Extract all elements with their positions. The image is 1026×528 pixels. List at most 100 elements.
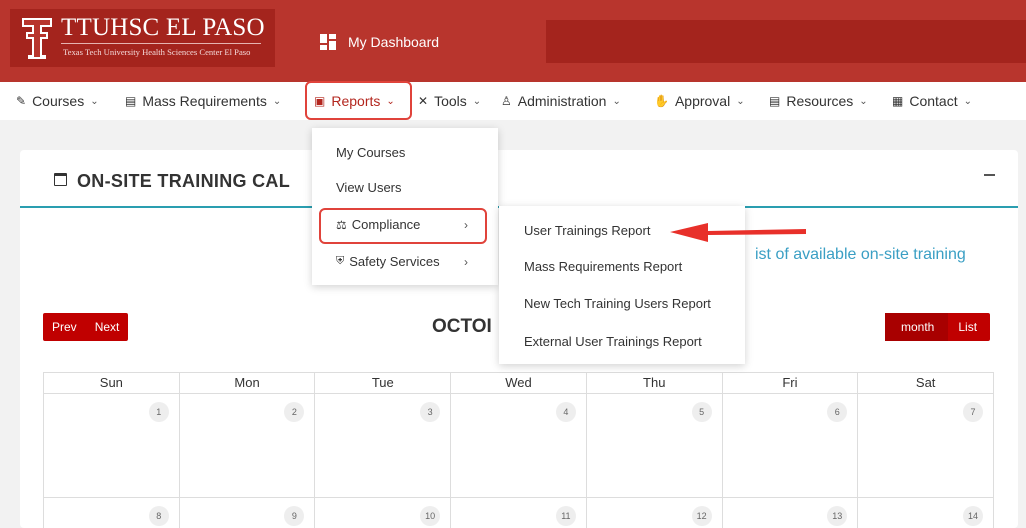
nav-courses[interactable]: ✎ Courses ⌄ — [16, 82, 99, 120]
menu-item-user-trainings-report[interactable]: User Trainings Report — [524, 223, 650, 238]
day-number: 13 — [827, 506, 848, 526]
calendar-day[interactable]: 9 — [178, 498, 315, 528]
nav-label: Approval — [674, 93, 731, 109]
nav-tools[interactable]: ✕ Tools ⌄ — [418, 82, 481, 120]
weekday-label: Wed — [450, 373, 586, 393]
calendar-day[interactable]: 12 — [585, 498, 722, 528]
reports-dropdown-menu: My Courses View Users ⚖ Compliance › ⛨ S… — [312, 128, 498, 285]
calendar-icon — [54, 173, 67, 186]
site-logo[interactable]: TTUHSC EL PASO Texas Tech University Hea… — [10, 9, 275, 67]
card-header: ON-SITE TRAINING CAL — [20, 150, 1018, 208]
menu-item-my-courses[interactable]: My Courses — [336, 145, 405, 160]
nav-label: Administration — [517, 93, 607, 109]
nav-contact[interactable]: ▦ Contact ⌄ — [892, 82, 972, 120]
day-number: 8 — [148, 506, 169, 526]
resources-icon: ▤ — [769, 94, 781, 108]
chevron-down-icon: ⌄ — [736, 95, 745, 107]
nav-resources[interactable]: ▤ Resources ⌄ — [769, 82, 868, 120]
weekday-label: Mon — [178, 373, 315, 393]
annotation-arrow-icon — [670, 223, 806, 242]
weekday-label: Fri — [721, 373, 858, 393]
chevron-down-icon: ⌄ — [859, 95, 868, 107]
training-list-link[interactable]: ist of available on-site training — [755, 246, 966, 264]
weekday-label: Tue — [314, 373, 450, 393]
menu-item-external-user-trainings-report[interactable]: External User Trainings Report — [524, 334, 702, 349]
day-number: 3 — [420, 402, 441, 422]
main-nav: ✎ Courses ⌄ ▤ Mass Requirements ⌄ ▣ Repo… — [0, 82, 1026, 120]
approval-icon: ✋ — [654, 94, 669, 108]
list-view-button[interactable]: List — [948, 320, 990, 334]
calendar-view-buttons: month List — [885, 313, 991, 341]
day-number: 2 — [284, 402, 305, 422]
calendar-day[interactable]: 14 — [857, 498, 993, 528]
day-number: 10 — [420, 506, 441, 526]
calendar-day[interactable]: 13 — [721, 498, 858, 528]
contact-icon: ▦ — [892, 94, 904, 108]
weekday-label: Thu — [585, 373, 722, 393]
calendar-day[interactable]: 3 — [314, 394, 450, 497]
dashboard-label: My Dashboard — [348, 34, 440, 50]
weekday-label: Sat — [857, 373, 993, 393]
calendar-day[interactable]: 8 — [44, 498, 179, 528]
chevron-down-icon: ⌄ — [90, 95, 99, 107]
logo-subtitle: Texas Tech University Health Sciences Ce… — [63, 47, 251, 57]
shield-icon: ⛨ — [336, 255, 345, 267]
menu-item-view-users[interactable]: View Users — [336, 180, 402, 195]
menu-item-safety-services[interactable]: ⛨ Safety Services › — [336, 254, 488, 269]
my-dashboard-button[interactable]: My Dashboard — [320, 22, 439, 62]
nav-label: Resources — [786, 93, 854, 109]
calendar-day[interactable]: 1 — [44, 394, 179, 497]
chevron-down-icon: ⌄ — [472, 95, 482, 107]
next-button[interactable]: Next — [86, 320, 129, 334]
calendar-day[interactable]: 6 — [721, 394, 858, 497]
nav-mass-requirements[interactable]: ▤ Mass Requirements ⌄ — [125, 82, 281, 120]
chevron-down-icon: ⌄ — [612, 95, 621, 107]
menu-item-mass-requirements-report[interactable]: Mass Requirements Report — [524, 259, 682, 274]
calendar-week: 1 2 3 4 5 6 7 — [43, 394, 994, 498]
calendar-day[interactable]: 10 — [314, 498, 450, 528]
calendar-title: OCTOI — [432, 316, 492, 337]
month-view-button[interactable]: month — [885, 313, 949, 341]
header-banner — [546, 20, 1026, 63]
nav-administration[interactable]: ♙ Administration ⌄ — [501, 82, 621, 120]
minimize-icon[interactable] — [984, 174, 995, 176]
nav-approval[interactable]: ✋ Approval ⌄ — [654, 82, 745, 120]
dashboard-icon — [320, 34, 336, 50]
calendar-grid: Sun Mon Tue Wed Thu Fri Sat 1 2 3 4 5 6 … — [43, 372, 994, 528]
day-number: 7 — [963, 402, 984, 422]
book-icon: ✎ — [16, 94, 27, 108]
day-number: 11 — [555, 506, 576, 526]
calendar-day[interactable]: 2 — [178, 394, 315, 497]
weekday-label: Sun — [99, 375, 123, 390]
day-number: 14 — [963, 506, 984, 526]
logo-title: TTUHSC EL PASO — [61, 14, 265, 41]
menu-item-new-tech-training-users-report[interactable]: New Tech Training Users Report — [524, 296, 711, 311]
calendar-day[interactable]: 4 — [450, 394, 586, 497]
chevron-right-icon: › — [464, 254, 468, 269]
top-header: TTUHSC EL PASO Texas Tech University Hea… — [0, 0, 1026, 82]
calendar-week: 8 9 10 11 12 13 14 — [43, 498, 994, 528]
calendar-day[interactable]: 5 — [585, 394, 722, 497]
nav-label: Contact — [909, 93, 958, 109]
day-number: 5 — [691, 402, 712, 422]
compliance-highlight-box — [319, 208, 487, 244]
nav-label: Courses — [32, 93, 85, 109]
day-number: 12 — [691, 506, 712, 526]
calendar-nav-buttons: Prev Next — [43, 313, 129, 341]
tools-icon: ✕ — [418, 94, 429, 108]
calendar-day[interactable]: 7 — [857, 394, 993, 497]
weekday-header: Sun Mon Tue Wed Thu Fri Sat — [43, 372, 994, 394]
card-title: ON-SITE TRAINING CAL — [77, 171, 290, 191]
reports-highlight-box — [305, 81, 412, 120]
day-number: 4 — [555, 402, 576, 422]
double-t-logo-icon — [20, 15, 54, 61]
calendar-day[interactable]: 11 — [450, 498, 586, 528]
chevron-down-icon: ⌄ — [272, 95, 282, 107]
day-number: 1 — [148, 402, 169, 422]
prev-button[interactable]: Prev — [43, 320, 86, 334]
menu-item-label: Safety Services — [349, 254, 440, 269]
chevron-down-icon: ⌄ — [963, 95, 972, 107]
clipboard-icon: ▤ — [125, 94, 137, 108]
nav-label: Tools — [434, 93, 467, 109]
users-icon: ♙ — [501, 94, 512, 108]
